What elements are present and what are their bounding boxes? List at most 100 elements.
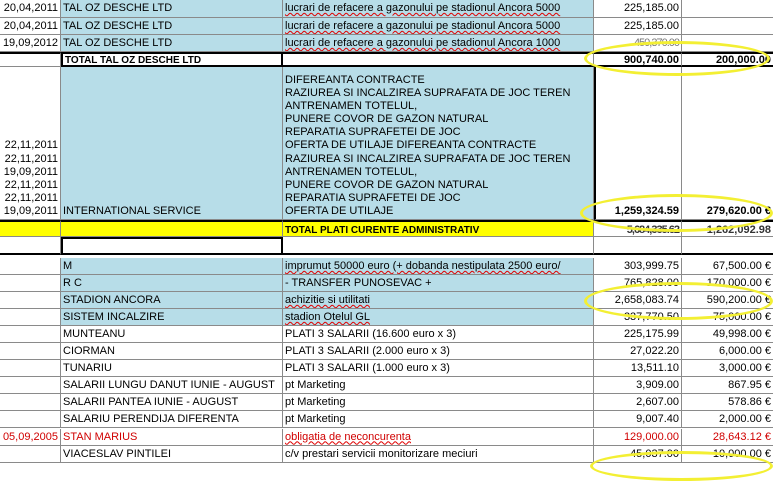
- description-cell[interactable]: obligatia de neconcurenta: [283, 428, 594, 446]
- amount-lei-cell[interactable]: 27,022.20: [594, 343, 682, 361]
- name-cell[interactable]: TUNARIU: [61, 360, 283, 378]
- amount-lei-cell[interactable]: 2,658,083.74: [594, 292, 682, 310]
- amount-eur-cell[interactable]: 67,500.00 €: [682, 258, 773, 276]
- date-cell[interactable]: [0, 360, 61, 378]
- amount-lei-cell[interactable]: 3,909.00: [594, 377, 682, 395]
- amount-lei-cell[interactable]: 765,828.00: [594, 275, 682, 293]
- date-cell[interactable]: 19,09,2012: [0, 35, 61, 52]
- date-cell[interactable]: [0, 394, 61, 412]
- date-cell[interactable]: [0, 309, 61, 327]
- amount-lei-cell[interactable]: 337,770.50: [594, 309, 682, 327]
- date-cell[interactable]: [0, 377, 61, 395]
- amount-eur-cell[interactable]: 3,000.00 €: [682, 360, 773, 378]
- table-row[interactable]: Mimprumut 50000 euro (+ dobanda nestipul…: [0, 258, 773, 276]
- date-cell[interactable]: [0, 326, 61, 344]
- amount-lei-cell[interactable]: 2,607.00: [594, 394, 682, 412]
- amount-eur-cell[interactable]: 867.95 €: [682, 377, 773, 395]
- amount-lei-cell[interactable]: 303,999.75: [594, 258, 682, 276]
- date-cell[interactable]: [0, 445, 61, 463]
- amount-eur-cell[interactable]: 10,000.00 €: [682, 446, 773, 463]
- name-cell[interactable]: M: [61, 258, 283, 276]
- description-cell[interactable]: c/v prestari servicii monitorizare meciu…: [283, 445, 594, 463]
- amount-eur-cell[interactable]: 279,620.00 €: [682, 67, 773, 220]
- date-cell[interactable]: 20,04,2011: [0, 0, 61, 18]
- empty-cell[interactable]: [682, 237, 773, 255]
- description-cell[interactable]: lucrari de refacere a gazonului pe stadi…: [283, 35, 594, 52]
- empty-cell[interactable]: [61, 237, 283, 255]
- name-cell[interactable]: VIACESLAV PINTILEI: [61, 445, 283, 463]
- table-row[interactable]: SALARIU PERENDIJA DIFERENTA pt Marketing 9…: [0, 411, 773, 429]
- description-cell[interactable]: lucrari de refacere a gazonului pe stadi…: [283, 0, 594, 18]
- name-cell[interactable]: SALARIU PERENDIJA DIFERENTA: [61, 411, 283, 429]
- table-row[interactable]: SALARII LUNGU DANUT IUNIE - AUGUST pt Mar…: [0, 377, 773, 395]
- table-row[interactable]: 20,04,2011 TAL OZ DESCHE LTD lucrari de …: [0, 18, 773, 35]
- amount-lei-cell[interactable]: 225,185.00: [594, 18, 682, 35]
- table-row[interactable]: SISTEM INCALZIRE stadion Otelul GL 337,770…: [0, 309, 773, 327]
- description-cell[interactable]: DIFEREANTA CONTRACTE RAZIUREA SI INCALZI…: [283, 67, 594, 220]
- amount-lei-cell[interactable]: 1,259,324.59: [594, 67, 682, 220]
- name-cell[interactable]: TAL OZ DESCHE LTD: [61, 18, 283, 35]
- name-cell[interactable]: TAL OZ DESCHE LTD: [61, 0, 283, 18]
- description-cell[interactable]: PLATI 3 SALARII (2.000 euro x 3): [283, 343, 594, 361]
- table-row[interactable]: VIACESLAV PINTILEI c/v prestari servicii …: [0, 445, 773, 463]
- total-amount-eur[interactable]: 1,262,092.98: [682, 220, 773, 237]
- amount-lei-cell[interactable]: 45,037.00: [594, 445, 682, 463]
- amount-lei-cell[interactable]: 13,511.10: [594, 360, 682, 378]
- date-cell[interactable]: 05,09,2005: [0, 428, 61, 446]
- total-amount-lei[interactable]: 5,684,335.62: [594, 220, 682, 237]
- total-amount-eur[interactable]: 200,000.00: [682, 52, 773, 67]
- empty-cell[interactable]: [283, 237, 594, 255]
- date-cell[interactable]: [0, 275, 61, 293]
- amount-eur-cell[interactable]: 75,000.00 €: [682, 309, 773, 327]
- name-cell[interactable]: STAN MARIUS: [61, 428, 283, 446]
- date-cell[interactable]: 20,04,2011: [0, 18, 61, 35]
- name-cell[interactable]: SISTEM INCALZIRE: [61, 309, 283, 327]
- date-cell[interactable]: [0, 52, 61, 67]
- description-cell[interactable]: stadion Otelul GL: [283, 309, 594, 327]
- amount-lei-cell[interactable]: 129,000.00: [594, 428, 682, 446]
- description-cell[interactable]: pt Marketing: [283, 394, 594, 412]
- description-cell[interactable]: achizitie si utilitati: [283, 292, 594, 310]
- amount-lei-cell[interactable]: 9,007.40: [594, 411, 682, 429]
- amount-eur-cell[interactable]: 6,000.00 €: [682, 343, 773, 361]
- name-cell[interactable]: [61, 220, 283, 237]
- description-cell[interactable]: lucrari de refacere a gazonului pe stadi…: [283, 18, 594, 35]
- table-row[interactable]: TUNARIU PLATI 3 SALARII (1.000 euro x 3) 1…: [0, 360, 773, 378]
- table-row[interactable]: 19,09,2012 TAL OZ DESCHE LTD lucrari de …: [0, 35, 773, 52]
- amount-eur-cell[interactable]: [682, 18, 773, 35]
- empty-row[interactable]: [0, 237, 773, 255]
- name-cell[interactable]: R C: [61, 275, 283, 293]
- description-cell[interactable]: pt Marketing: [283, 411, 594, 429]
- description-cell[interactable]: - TRANSFER PUNOSEVAC +: [283, 275, 594, 293]
- empty-cell[interactable]: [594, 237, 682, 255]
- amount-lei-cell[interactable]: 225,175.99: [594, 326, 682, 344]
- description-cell[interactable]: [283, 52, 594, 67]
- name-cell[interactable]: SALARII LUNGU DANUT IUNIE - AUGUST: [61, 377, 283, 395]
- amount-eur-cell[interactable]: 578.86 €: [682, 394, 773, 412]
- date-cell[interactable]: [0, 411, 61, 429]
- total-amount-lei[interactable]: 900,740.00: [594, 52, 682, 67]
- amount-eur-cell[interactable]: [682, 0, 773, 18]
- name-cell[interactable]: CIORMAN: [61, 343, 283, 361]
- date-cell[interactable]: [0, 292, 61, 310]
- total-row-tal-oz[interactable]: TOTAL TAL OZ DESCHE LTD 900,740.00 200,0…: [0, 52, 773, 67]
- table-row[interactable]: R C- TRANSFER PUNOSEVAC +765,828.00 170,0…: [0, 275, 773, 293]
- table-row[interactable]: 20,04,2011 TAL OZ DESCHE LTD lucrari de …: [0, 0, 773, 18]
- date-cell[interactable]: [0, 343, 61, 361]
- amount-eur-cell[interactable]: 170,000.00 €: [682, 275, 773, 293]
- date-cell[interactable]: 22,11,2011 22,11,2011 19,09,2011 22,11,2…: [0, 67, 61, 220]
- table-row[interactable]: SALARII PANTEA IUNIE - AUGUST pt Marketin…: [0, 394, 773, 412]
- description-cell[interactable]: imprumut 50000 euro (+ dobanda nestipula…: [283, 258, 594, 276]
- description-cell[interactable]: pt Marketing: [283, 377, 594, 395]
- name-cell[interactable]: TAL OZ DESCHE LTD: [61, 35, 283, 52]
- total-label-cell[interactable]: TOTAL TAL OZ DESCHE LTD: [61, 52, 283, 67]
- table-row[interactable]: 05,09,2005 STAN MARIUS obligatia de neconc…: [0, 428, 773, 446]
- date-cell[interactable]: [0, 220, 61, 237]
- name-cell[interactable]: MUNTEANU: [61, 326, 283, 344]
- amount-eur-cell[interactable]: 28,643.12 €: [682, 429, 773, 446]
- amount-eur-cell[interactable]: 2,000.00 €: [682, 411, 773, 429]
- description-cell[interactable]: PLATI 3 SALARII (1.000 euro x 3): [283, 360, 594, 378]
- amount-eur-cell[interactable]: 49,998.00 €: [682, 326, 773, 344]
- table-row-international-service[interactable]: 22,11,2011 22,11,2011 19,09,2011 22,11,2…: [0, 67, 773, 220]
- amount-eur-cell[interactable]: [682, 35, 773, 52]
